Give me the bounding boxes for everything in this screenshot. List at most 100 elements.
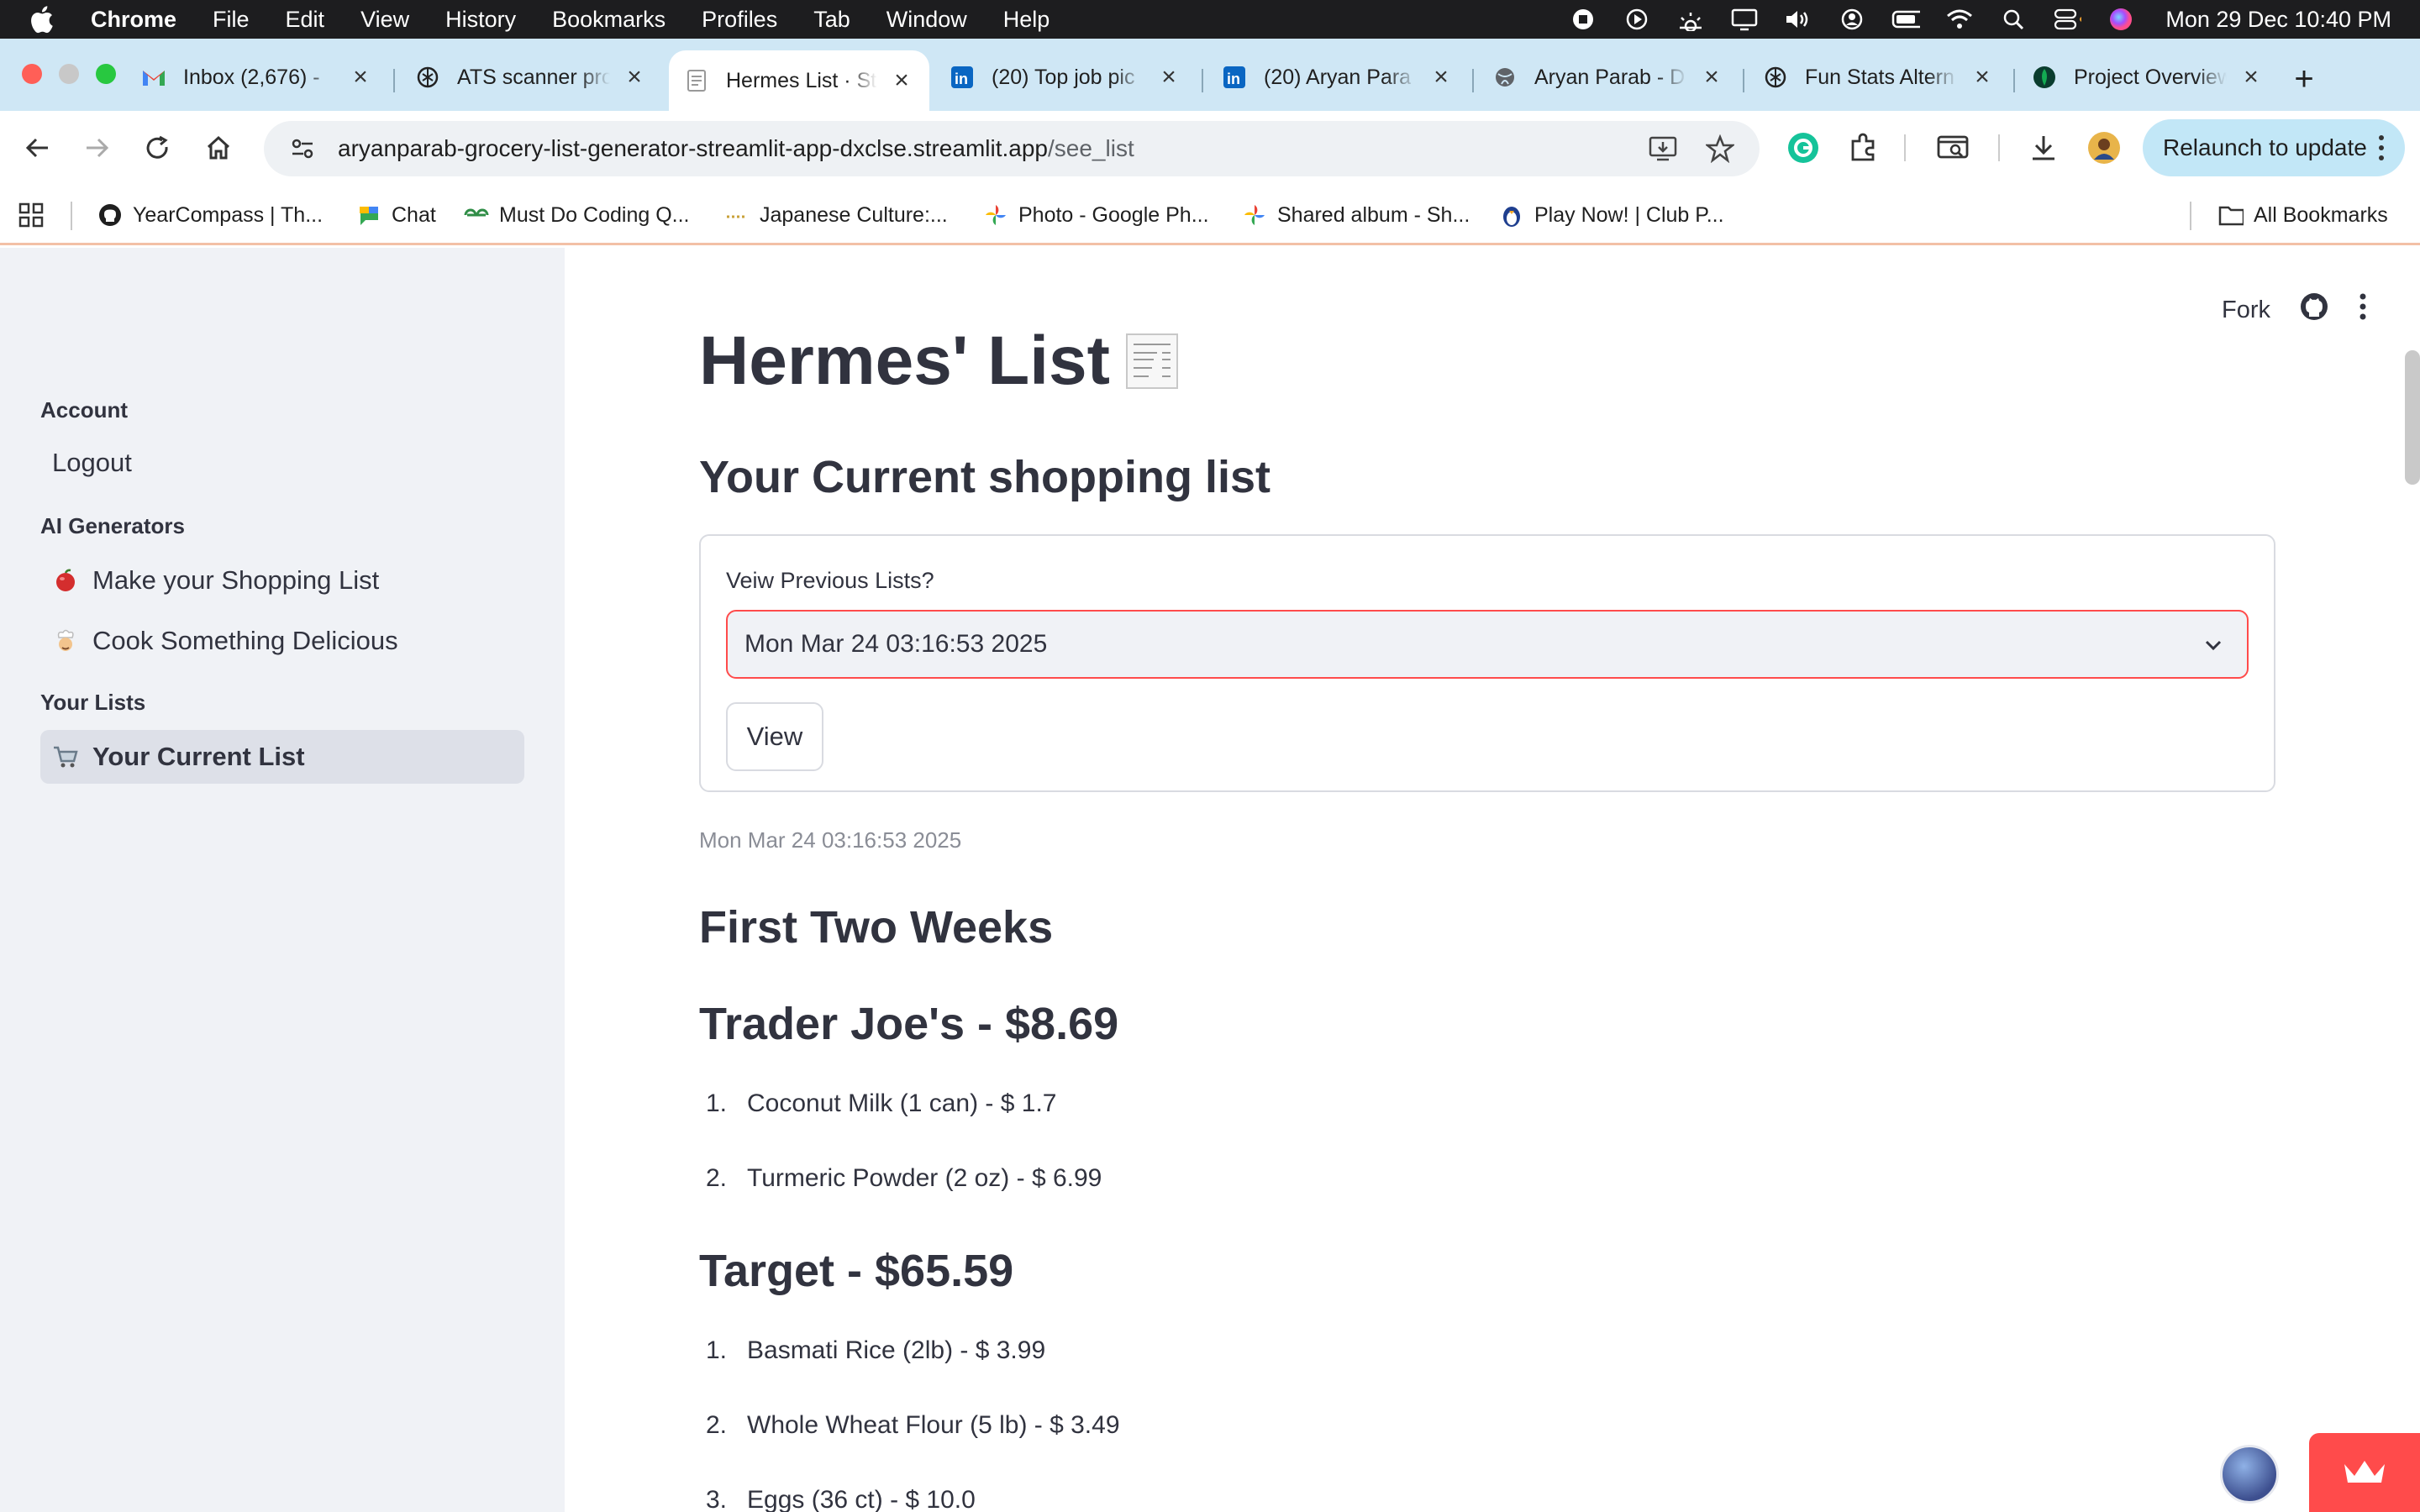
store-heading-target: Target - $65.59 [699,1246,1014,1296]
tab-project-overview[interactable]: Project Overview × [2017,50,2279,104]
menu-app-name[interactable]: Chrome [91,7,176,33]
tab-portfolio[interactable]: Aryan Parab - D × [1477,50,1739,104]
extensions-icon[interactable] [1845,129,1882,166]
more-options-icon[interactable] [2373,133,2390,163]
url-host: aryanparab-grocery-list-generator-stream… [338,135,1048,161]
url-path: /see_list [1048,135,1134,161]
reload-icon[interactable] [139,129,176,166]
main-menu-icon[interactable] [2358,292,2368,328]
spotlight-search-icon[interactable] [1999,7,2028,32]
app-header-actions: Fork [2222,291,2368,328]
forward-icon[interactable] [79,129,116,166]
all-bookmarks-button[interactable]: All Bookmarks [2218,198,2388,232]
sidebar-item-your-current-list[interactable]: Your Current List [40,730,524,784]
close-tab-icon[interactable]: × [2238,63,2264,91]
browser-toolbar: aryanparab-grocery-list-generator-stream… [0,111,2420,185]
url-text[interactable]: aryanparab-grocery-list-generator-stream… [338,135,1134,162]
close-window-button[interactable] [22,64,42,84]
new-tab-button[interactable]: + [2287,62,2321,97]
display-icon[interactable] [1730,7,1759,32]
bookmark-star-icon[interactable] [1704,133,1736,165]
back-icon[interactable] [18,129,55,166]
apple-icon[interactable] [29,5,62,34]
bookmarks-divider [2190,202,2191,230]
volume-icon[interactable] [1784,7,1812,32]
streamlit-user-avatar[interactable] [2220,1445,2279,1504]
grammarly-icon[interactable] [1785,129,1822,166]
tab-gmail[interactable]: Inbox (2,676) - × [126,50,388,104]
profile-avatar[interactable] [2086,129,2123,166]
menu-profiles[interactable]: Profiles [702,7,777,33]
bookmark-label: Chat [392,202,436,227]
menu-help[interactable]: Help [1003,7,1050,33]
tab-linkedin-jobs[interactable]: in (20) Top job pic × [934,50,1197,104]
address-bar[interactable]: aryanparab-grocery-list-generator-stream… [264,121,1760,176]
bookmark-japanese-culture[interactable]: Japanese Culture:... [724,198,948,232]
sidebar-item-logout[interactable]: Logout [40,436,524,490]
user-account-icon[interactable] [1838,7,1866,32]
menubar-clock[interactable]: Mon 29 Dec 10:40 PM [2165,7,2391,33]
sidebar-item-make-shopping-list[interactable]: Make your Shopping List [40,554,524,607]
zoom-window-button[interactable] [96,64,116,84]
linkedin-icon: in [1222,65,1247,90]
apps-grid-icon[interactable] [18,198,44,232]
sidebar-heading-account: Account [40,397,128,423]
tab-ats-scanner[interactable]: ATS scanner pro × [400,50,662,104]
wifi-icon[interactable] [1945,7,1974,32]
menu-window[interactable]: Window [886,7,967,33]
bookmark-google-photos[interactable]: Photo - Google Ph... [983,198,1209,232]
page-scrollbar[interactable] [2405,350,2420,485]
previous-lists-select[interactable]: Mon Mar 24 03:16:53 2025 [726,610,2249,679]
menu-history[interactable]: History [445,7,516,33]
menu-tab[interactable]: Tab [813,7,850,33]
select-label: Veiw Previous Lists? [726,568,934,593]
bookmark-chat[interactable]: Chat [356,198,436,232]
bookmark-shared-album[interactable]: Shared album - Sh... [1242,198,1470,232]
relaunch-to-update-button[interactable]: Relaunch to update [2143,119,2405,176]
tab-search-icon[interactable] [1934,129,1971,166]
folder-icon [2218,202,2244,228]
menu-view[interactable]: View [360,7,409,33]
relaunch-label: Relaunch to update [2163,134,2367,160]
close-tab-icon[interactable]: × [1970,63,1995,91]
sidebar-item-label: Logout [52,448,132,477]
bookmark-label: Play Now! | Club P... [1534,202,1724,227]
bookmark-label: Shared album - Sh... [1277,202,1470,227]
bookmark-yearcompass[interactable]: YearCompass | Th... [97,198,323,232]
bookmark-club-penguin[interactable]: Play Now! | Club P... [1499,198,1724,232]
install-app-icon[interactable] [1647,133,1679,165]
tab-hermes-list[interactable]: Hermes List · St × [669,50,929,111]
streamlit-manage-app-button[interactable] [2309,1433,2420,1512]
bookmark-must-do-coding[interactable]: Must Do Coding Q... [464,198,689,232]
chatgpt-icon [415,65,440,90]
brightness-icon[interactable] [1676,7,1705,32]
control-center-icon[interactable] [2053,7,2082,32]
play-icon[interactable] [1623,7,1651,32]
menu-edit[interactable]: Edit [286,7,325,33]
close-tab-icon[interactable]: × [889,66,914,94]
downloads-icon[interactable] [2025,129,2062,166]
apple-emoji-icon [52,567,79,594]
minimize-window-button[interactable] [59,64,79,84]
siri-icon[interactable] [2107,7,2135,32]
sidebar-item-cook-something[interactable]: Cook Something Delicious [40,614,524,668]
home-icon[interactable] [200,129,237,166]
view-button[interactable]: View [726,702,823,771]
close-tab-icon[interactable]: × [622,63,647,91]
tab-linkedin-profile[interactable]: in (20) Aryan Para × [1207,50,1469,104]
menu-bookmarks[interactable]: Bookmarks [552,7,666,33]
receipt-icon [1125,333,1178,389]
tab-title: (20) Aryan Para [1264,65,1412,89]
close-tab-icon[interactable]: × [1156,63,1181,91]
github-icon[interactable] [2299,291,2329,328]
fork-button[interactable]: Fork [2222,297,2270,324]
site-settings-icon[interactable] [287,134,318,164]
record-icon[interactable] [1569,7,1597,32]
close-tab-icon[interactable]: × [1428,63,1454,91]
tab-title: Aryan Parab - D [1534,65,1686,89]
menu-file[interactable]: File [213,7,250,33]
close-tab-icon[interactable]: × [348,63,373,91]
main-content: Fork Hermes' List Your Current shopping … [565,248,2420,1512]
tab-fun-stats[interactable]: Fun Stats Altern × [1748,50,2010,104]
close-tab-icon[interactable]: × [1699,63,1724,91]
